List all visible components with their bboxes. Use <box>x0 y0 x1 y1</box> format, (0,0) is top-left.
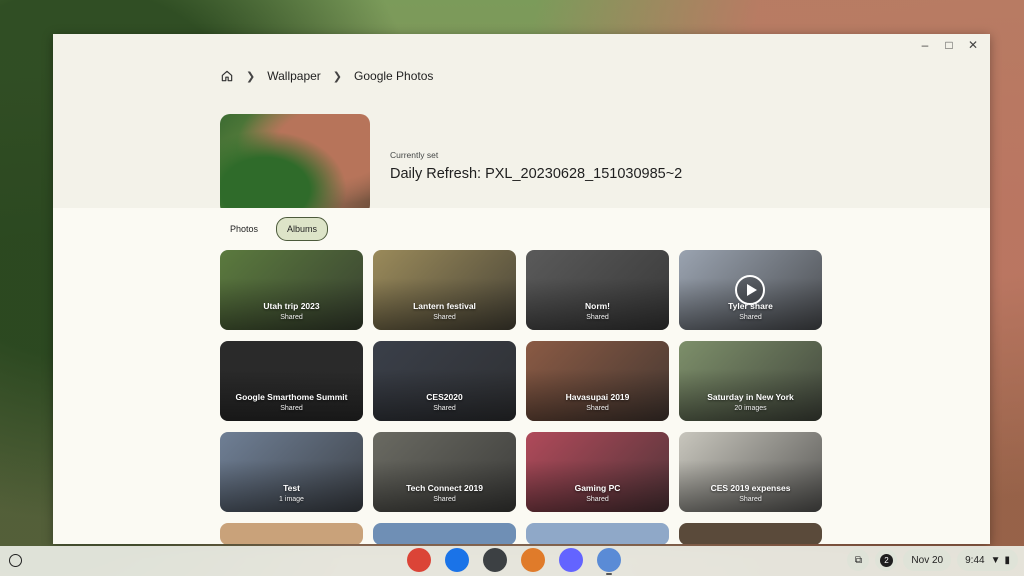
album-card[interactable]: Havasupai 2019 Shared <box>526 341 669 421</box>
album-name: CES2020 <box>426 392 463 402</box>
notification-center[interactable]: 2 <box>875 549 898 571</box>
album-name: Saturday in New York <box>707 392 794 402</box>
album-name: Google Smarthome Summit <box>235 392 348 402</box>
album-subtitle: Shared <box>433 405 456 412</box>
album-card[interactable]: Lantern festival Shared <box>373 250 516 330</box>
album-card-partial[interactable] <box>220 523 363 544</box>
breadcrumb-wallpaper[interactable]: Wallpaper <box>267 69 321 83</box>
album-card[interactable]: Utah trip 2023 Shared <box>220 250 363 330</box>
album-card-partial[interactable] <box>373 523 516 544</box>
chevron-right-icon: ❯ <box>246 70 256 83</box>
album-name: Lantern festival <box>413 301 476 311</box>
album-subtitle: Shared <box>586 405 609 412</box>
wallpaper-app-window: – □ ✕ ❯ Wallpaper ❯ Google Photos Curren… <box>53 34 990 544</box>
album-card[interactable]: Norm! Shared <box>526 250 669 330</box>
album-subtitle: Shared <box>433 496 456 503</box>
current-wallpaper-title: Daily Refresh: PXL_20230628_151030985~2 <box>390 166 683 182</box>
album-name: Havasupai 2019 <box>565 392 630 402</box>
album-card[interactable]: Test 1 image <box>220 432 363 512</box>
shelf: ⧉ 2 Nov 20 9:44 ▼ ▮ <box>0 546 1024 576</box>
tab-albums[interactable]: Albums <box>276 217 329 241</box>
album-card[interactable]: CES 2019 expenses Shared <box>679 432 822 512</box>
album-name: Test <box>283 483 300 493</box>
system-tray[interactable]: 9:44 ▼ ▮ <box>957 549 1018 571</box>
album-name: Tech Connect 2019 <box>406 483 483 493</box>
window-titlebar: – □ ✕ <box>53 34 990 56</box>
album-name: Gaming PC <box>574 483 621 493</box>
notification-count: 2 <box>879 553 893 567</box>
album-card-partial[interactable] <box>679 523 822 544</box>
wallpaper-icon[interactable] <box>597 548 621 575</box>
minimize-icon[interactable]: – <box>914 35 936 55</box>
screen-capture-icon[interactable]: ⧉ <box>847 549 870 571</box>
app-icon[interactable] <box>521 548 545 572</box>
album-name: Tyler share <box>728 301 773 311</box>
albums-content: Photos Albums Utah trip 2023 Shared Lanter… <box>53 208 990 544</box>
album-subtitle: Shared <box>739 496 762 503</box>
breadcrumb: ❯ Wallpaper ❯ Google Photos <box>220 66 433 86</box>
album-subtitle: Shared <box>739 314 762 321</box>
album-subtitle: Shared <box>433 314 456 321</box>
close-icon[interactable]: ✕ <box>962 35 984 55</box>
album-name: Norm! <box>584 301 611 311</box>
maximize-icon[interactable]: □ <box>938 35 960 55</box>
tab-photos[interactable]: Photos <box>220 218 268 240</box>
album-subtitle: Shared <box>586 496 609 503</box>
current-wallpaper-thumbnail <box>220 114 370 215</box>
chrome-icon[interactable] <box>407 548 431 572</box>
files-icon[interactable] <box>445 548 469 572</box>
current-label: Currently set <box>390 150 439 160</box>
date-display[interactable]: Nov 20 <box>903 549 952 571</box>
album-card-partial[interactable] <box>526 523 669 544</box>
album-card[interactable]: Tyler share Shared <box>679 250 822 330</box>
album-card[interactable]: CES2020 Shared <box>373 341 516 421</box>
launcher-icon[interactable] <box>9 554 22 567</box>
album-name: CES 2019 expenses <box>710 483 791 493</box>
wallpaper-header: ❯ Wallpaper ❯ Google Photos Currently se… <box>53 56 990 215</box>
tab-bar: Photos Albums <box>220 217 329 241</box>
album-subtitle: 1 image <box>279 496 304 503</box>
chevron-right-icon: ❯ <box>332 70 343 83</box>
album-card[interactable]: Gaming PC Shared <box>526 432 669 512</box>
wifi-icon: ▼ <box>990 554 1001 566</box>
album-subtitle: Shared <box>280 314 303 321</box>
album-subtitle: 20 images <box>734 405 767 412</box>
album-grid: Utah trip 2023 Shared Lantern festival Shar… <box>220 250 822 544</box>
album-card[interactable]: Google Smarthome Summit Shared <box>220 341 363 421</box>
shelf-apps <box>407 548 621 575</box>
battery-icon: ▮ <box>1004 554 1010 566</box>
breadcrumb-google-photos[interactable]: Google Photos <box>354 69 433 83</box>
clock-time: 9:44 <box>965 554 985 566</box>
album-card[interactable]: Tech Connect 2019 Shared <box>373 432 516 512</box>
terminal-icon[interactable] <box>483 548 507 572</box>
album-subtitle: Shared <box>586 314 609 321</box>
album-card[interactable]: Saturday in New York 20 images <box>679 341 822 421</box>
status-tray: ⧉ 2 Nov 20 9:44 ▼ ▮ <box>847 549 1018 571</box>
album-subtitle: Shared <box>280 405 303 412</box>
home-icon[interactable] <box>220 69 234 83</box>
mastodon-icon[interactable] <box>559 548 583 572</box>
album-name: Utah trip 2023 <box>263 301 320 311</box>
